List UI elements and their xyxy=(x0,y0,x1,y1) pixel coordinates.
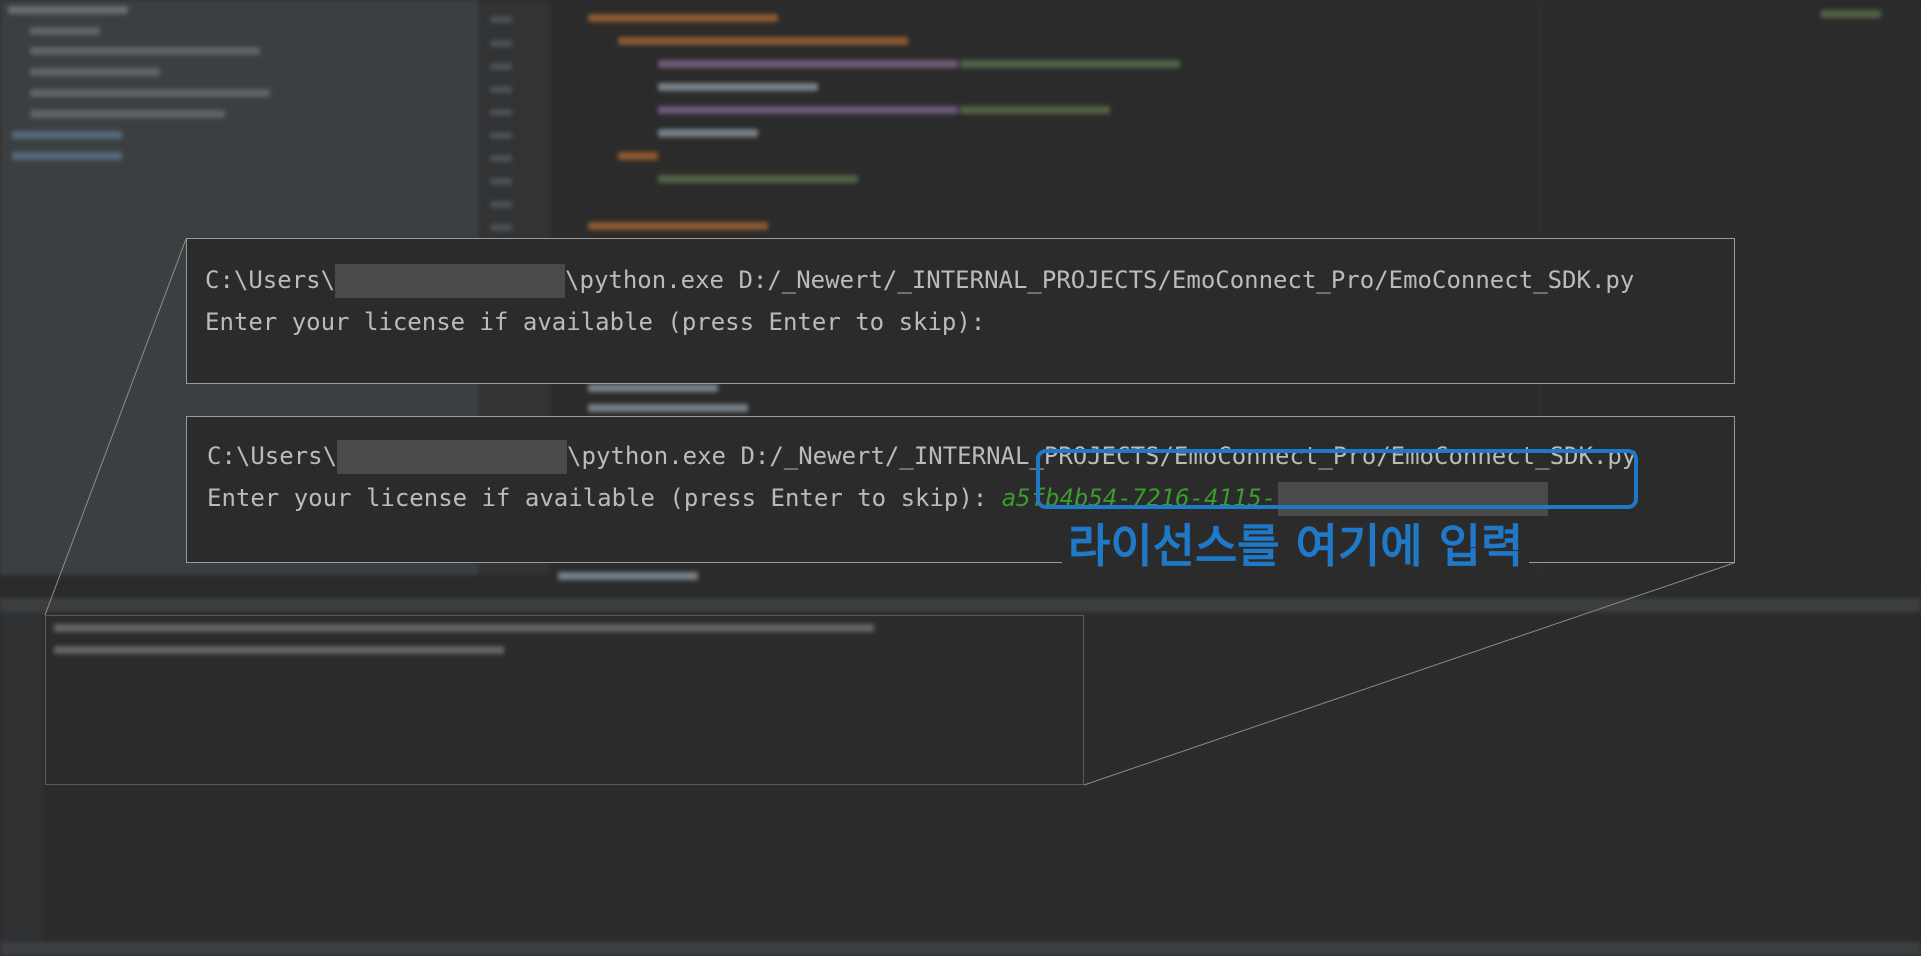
console-command-line: C:\Users\ \python.exe D:/_Newert/_INTERNA… xyxy=(205,259,1634,301)
console-panel-top: C:\Users\ \python.exe D:/_Newert/_INTERNA… xyxy=(186,238,1735,384)
console-prompt-line: Enter your license if available (press E… xyxy=(205,308,986,336)
path-prefix: C:\Users\ xyxy=(207,442,338,470)
status-bar xyxy=(0,942,1921,956)
prompt-text: Enter your license if available (press E… xyxy=(207,484,988,512)
redacted-username xyxy=(335,264,566,298)
license-highlight-box xyxy=(1036,449,1638,509)
path-prefix: C:\Users\ xyxy=(205,266,336,294)
run-tool-toolbar xyxy=(0,612,44,956)
path-suffix: \python.exe D:/_Newert/_INTERNAL_PROJECT… xyxy=(565,266,1635,294)
annotation-caption: 라이선스를 여기에 입력 xyxy=(1062,518,1530,574)
redacted-username xyxy=(337,440,568,474)
original-console-region xyxy=(45,615,1084,785)
run-tool-header xyxy=(0,598,1921,612)
